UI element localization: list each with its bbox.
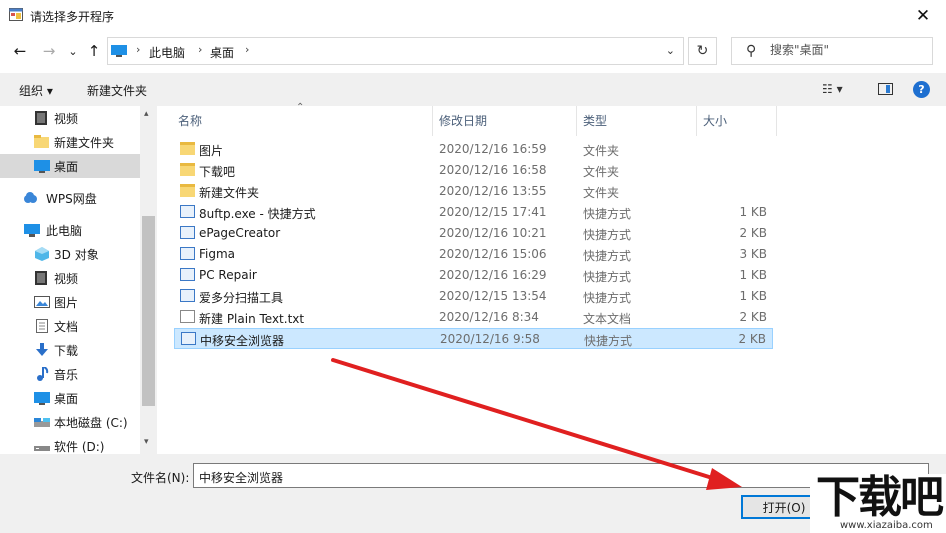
site-watermark-logo: 下载吧 www.xiazaiba.com [810,474,946,533]
desktop-icon [34,160,50,173]
window-title: 请选择多开程序 [30,10,115,24]
address-bar[interactable]: › 此电脑 › 桌面 › ⌄ [107,37,684,65]
column-divider[interactable] [432,106,433,136]
dialog-footer: 文件名(N): 中移安全浏览器 ⌄ 打开(O) [0,454,946,533]
cloud-icon [24,192,37,203]
computer-icon [111,45,127,57]
music-icon [37,367,49,381]
title-bar: 请选择多开程序 ✕ [0,0,946,31]
file-row[interactable]: 8uftp.exe - 快捷方式 2020/12/15 17:41 快捷方式 1… [174,202,773,223]
file-row[interactable]: 爱多分扫描工具 2020/12/15 13:54 快捷方式 1 KB [174,286,773,307]
3d-objects-icon [35,247,49,261]
close-button[interactable]: ✕ [900,0,946,31]
ftp-shortcut-icon [180,205,195,218]
view-options-icon[interactable]: ☷ ▾ [822,82,843,96]
up-arrow-icon[interactable]: ↑ [83,40,105,62]
breadcrumb-desktop[interactable]: 桌面 [210,44,234,61]
recent-locations-chevron-icon[interactable]: ⌄ [62,40,84,62]
breadcrumb-separator: › [198,43,203,56]
help-icon[interactable]: ? [913,81,930,98]
scroll-down-arrow-icon[interactable]: ▾ [144,437,149,447]
sort-ascending-icon: ⌃ [296,102,305,113]
new-folder-button[interactable]: 新建文件夹 [87,82,147,99]
video-icon [35,271,47,285]
column-divider[interactable] [576,106,577,136]
pc-repair-shortcut-icon [180,268,195,281]
sidebar-item-desktop-2[interactable]: 桌面 [0,386,140,410]
drive-icon [34,418,50,427]
download-icon [36,343,48,356]
column-header-date-modified[interactable]: 修改日期 [439,112,487,129]
folder-icon [34,135,49,148]
column-header-size[interactable]: 大小 [703,112,727,129]
watermark-url: www.xiazaiba.com [840,520,933,531]
back-arrow-icon[interactable]: ← [9,40,31,62]
folder-icon [180,142,195,155]
computer-icon [24,224,40,237]
sidebar-item-music[interactable]: 音乐 [0,362,140,386]
sidebar-item-documents[interactable]: 文档 [0,314,140,338]
navigation-pane: 视频 新建文件夹 桌面 WPS网盘 此电脑 3D 对象 视频 图片 文档 下载 … [0,106,158,454]
sidebar-item-pictures[interactable]: 图片 [0,290,140,314]
desktop-icon [34,392,50,405]
browser-shortcut-icon [181,332,196,345]
breadcrumb-this-pc[interactable]: 此电脑 [149,44,185,61]
sidebar-item-videos-2[interactable]: 视频 [0,266,140,290]
file-list-pane: ⌃ 名称 修改日期 类型 大小 图片 2020/12/16 16:59 文件夹 … [159,102,946,454]
sidebar-item-local-disk-c[interactable]: 本地磁盘 (C:) [0,410,140,434]
search-input[interactable] [770,43,920,57]
file-row[interactable]: 新建 Plain Text.txt 2020/12/16 8:34 文本文档 2… [174,307,773,328]
search-box[interactable]: ⚲ [731,37,933,65]
scanner-shortcut-icon [180,289,195,302]
refresh-button[interactable]: ↻ [688,37,717,65]
column-divider[interactable] [696,106,697,136]
column-header-type[interactable]: 类型 [583,112,607,129]
command-toolbar: 组织 ▾ 新建文件夹 ☷ ▾ ? [0,73,946,106]
drive-icon [34,446,50,451]
filename-label: 文件名(N): [131,471,190,485]
sidebar-item-videos[interactable]: 视频 [0,106,140,130]
file-row[interactable]: PC Repair 2020/12/16 16:29 快捷方式 1 KB [174,265,773,286]
column-header-name[interactable]: 名称 [178,112,202,129]
preview-pane-icon[interactable] [878,83,893,95]
folder-icon [180,163,195,176]
file-row-selected[interactable]: 中移安全浏览器 2020/12/16 9:58 快捷方式 2 KB [174,328,773,349]
file-row[interactable]: Figma 2020/12/16 15:06 快捷方式 3 KB [174,244,773,265]
navigation-scrollbar[interactable]: ▴ ▾ [140,106,157,454]
scroll-up-arrow-icon[interactable]: ▴ [144,109,149,119]
organize-menu-button[interactable]: 组织 ▾ [19,82,53,99]
watermark-text: 下载吧 [816,472,944,523]
column-divider[interactable] [776,106,777,136]
search-icon: ⚲ [746,43,757,59]
file-row[interactable]: 图片 2020/12/16 16:59 文件夹 [174,139,773,160]
video-icon [35,111,47,125]
documents-icon [36,319,48,333]
app-window-icon [9,8,23,21]
folder-icon [180,184,195,197]
file-row[interactable]: 下载吧 2020/12/16 16:58 文件夹 [174,160,773,181]
sidebar-item-drive-d[interactable]: 软件 (D:) [0,434,140,454]
file-row[interactable]: ePageCreator 2020/12/16 10:21 快捷方式 2 KB [174,223,773,244]
text-document-icon [180,310,195,323]
breadcrumb-separator: › [136,43,141,56]
address-dropdown-chevron-icon[interactable]: ⌄ [666,44,675,57]
forward-arrow-icon[interactable]: → [38,40,60,62]
pictures-icon [34,296,50,308]
file-row[interactable]: 新建文件夹 2020/12/16 13:55 文件夹 [174,181,773,202]
epagecreator-shortcut-icon [180,226,195,239]
sidebar-item-downloads[interactable]: 下载 [0,338,140,362]
scrollbar-thumb[interactable] [142,216,155,406]
sidebar-item-this-pc[interactable]: 此电脑 [0,218,140,242]
filename-value: 中移安全浏览器 [199,471,284,485]
sidebar-item-new-folder[interactable]: 新建文件夹 [0,130,140,154]
breadcrumb-separator: › [245,43,250,56]
sidebar-item-wps-cloud[interactable]: WPS网盘 [0,186,140,210]
sidebar-item-desktop[interactable]: 桌面 [0,154,140,178]
figma-shortcut-icon [180,247,195,260]
sidebar-item-3d-objects[interactable]: 3D 对象 [0,242,140,266]
